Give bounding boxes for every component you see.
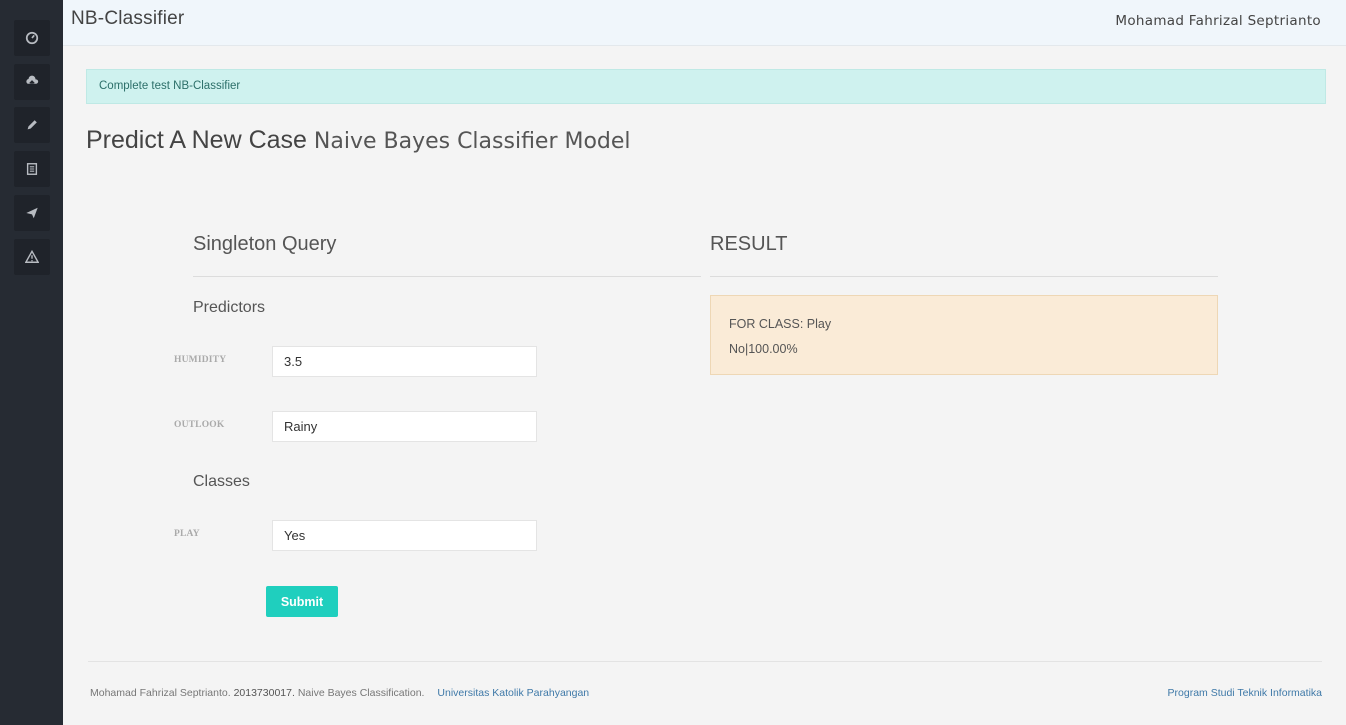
pencil-icon: [27, 120, 37, 130]
sidebar-item-send[interactable]: [14, 195, 50, 231]
predictors-title: Predictors: [193, 299, 266, 316]
send-icon: [26, 207, 38, 219]
alert-text: Complete test NB-Classifier: [99, 80, 241, 92]
result-value-line: No|100.00%: [729, 342, 798, 356]
footer-student-id: 2013730017.: [233, 687, 295, 699]
outlook-label: OUTLOOK: [174, 420, 225, 430]
sidebar: [0, 0, 63, 725]
submit-button[interactable]: Submit: [266, 586, 338, 617]
warning-icon: [25, 250, 39, 263]
success-alert: Complete test NB-Classifier: [86, 69, 1326, 104]
app-brand[interactable]: NB-Classifier: [71, 8, 184, 30]
program-link[interactable]: Program Studi Teknik Informatika: [1168, 687, 1322, 699]
dashboard-icon: [25, 31, 39, 45]
document-icon: [26, 163, 38, 175]
result-divider: [710, 276, 1218, 277]
footer-author: Mohamad Fahrizal Septrianto.: [90, 687, 231, 699]
footer-description: Naive Bayes Classification.: [297, 687, 425, 699]
sidebar-item-edit[interactable]: [14, 107, 50, 143]
upload-icon: [26, 75, 39, 88]
play-label: PLAY: [174, 529, 200, 539]
page-title: Predict A New Case Naive Bayes Classifie…: [86, 126, 631, 155]
footer-divider: [88, 661, 1322, 662]
classes-title: Classes: [193, 473, 250, 490]
humidity-label: HUMIDITY: [174, 355, 227, 365]
user-name[interactable]: Mohamad Fahrizal Septrianto: [1115, 13, 1321, 29]
page-title-text: Predict A New Case: [86, 126, 307, 154]
result-class-line: FOR CLASS: Play: [729, 317, 832, 331]
result-box: FOR CLASS: Play No|100.00%: [710, 295, 1218, 375]
sidebar-item-warning[interactable]: [14, 239, 50, 275]
university-link[interactable]: Universitas Katolik Parahyangan: [437, 687, 589, 699]
result-title: RESULT: [710, 233, 788, 255]
footer-credits: Mohamad Fahrizal Septrianto. 2013730017.…: [90, 687, 589, 699]
page-subtitle: Naive Bayes Classifier Model: [313, 129, 631, 154]
top-navbar: NB-Classifier Mohamad Fahrizal Septriant…: [63, 0, 1346, 46]
outlook-input[interactable]: [272, 411, 537, 442]
sidebar-item-upload[interactable]: [14, 64, 50, 100]
humidity-input[interactable]: [272, 346, 537, 377]
sidebar-item-dashboard[interactable]: [14, 20, 50, 56]
query-divider: [193, 276, 701, 277]
sidebar-item-list[interactable]: [14, 151, 50, 187]
play-input[interactable]: [272, 520, 537, 551]
singleton-query-title: Singleton Query: [193, 233, 337, 255]
